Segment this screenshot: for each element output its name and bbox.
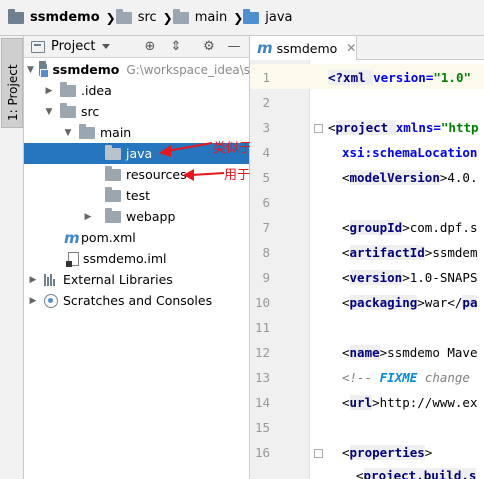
fold-marker-icon[interactable] xyxy=(314,124,323,133)
hide-icon[interactable]: — xyxy=(226,39,242,55)
close-icon[interactable]: ✕ xyxy=(346,41,356,55)
editor-pane: m ssmdemo ✕ 1 2 3 4 5 6 7 8 9 10 11 12 1… xyxy=(250,36,484,479)
code-line-14: <url>http://www.ex xyxy=(342,395,478,410)
fold-marker-icon[interactable] xyxy=(314,449,323,458)
code-line-13: <!-- FIXME change xyxy=(342,370,470,385)
breadcrumb-item-main[interactable]: main xyxy=(172,8,227,28)
tree-item-pom[interactable]: m pom.xml xyxy=(24,227,249,248)
locate-icon[interactable]: ⊕ xyxy=(142,39,158,55)
folder-icon xyxy=(115,8,132,24)
line-number: 1 xyxy=(262,70,270,85)
collapse-all-icon[interactable]: ⇕ xyxy=(168,39,184,55)
line-number: 6 xyxy=(262,195,270,210)
resources-folder-icon xyxy=(105,165,121,181)
line-number: 4 xyxy=(262,145,270,160)
line-number: 12 xyxy=(254,345,270,360)
project-panel: Project ⊕ ⇕ ⚙ — ▼ ssmdemo G:\workspace_i… xyxy=(24,36,250,479)
collapse-arrow-icon[interactable]: ▶ xyxy=(82,211,94,223)
module-icon xyxy=(38,60,49,78)
folder-icon xyxy=(60,81,76,97)
collapse-arrow-icon[interactable]: ▶ xyxy=(27,274,39,286)
line-number: 5 xyxy=(262,170,270,185)
dropdown-caret-icon[interactable] xyxy=(102,44,111,49)
code-line-5: <modelVersion>4.0. xyxy=(342,170,478,185)
folder-icon xyxy=(105,186,121,202)
annotation-arrow-resources xyxy=(183,169,225,181)
code-line-1: <?xml version="1.0" xyxy=(328,70,472,85)
code-line-12: <name>ssmdemo Mave xyxy=(342,345,478,360)
folder-icon xyxy=(105,207,121,223)
line-number: 7 xyxy=(262,220,270,235)
code-line-4: xsi:schemaLocation xyxy=(342,145,478,160)
tree-item-src[interactable]: ▼ src xyxy=(24,101,249,122)
panel-title[interactable]: Project xyxy=(51,39,95,54)
line-number: 13 xyxy=(254,370,270,385)
code-line-10: <packaging>war</pa xyxy=(342,295,478,310)
project-view-icon xyxy=(31,40,45,53)
breadcrumb: ssmdemo ❯ src ❯ main ❯ java xyxy=(0,0,484,36)
line-number: 9 xyxy=(262,270,270,285)
tree-item-scratches[interactable]: ▶ Scratches and Consoles xyxy=(24,290,249,311)
maven-file-icon: m xyxy=(64,228,80,247)
left-tool-strip: 1: Project xyxy=(0,36,24,479)
line-number: 11 xyxy=(254,320,270,335)
collapse-arrow-icon[interactable]: ▶ xyxy=(43,85,55,97)
library-icon xyxy=(44,273,58,286)
expand-arrow-icon[interactable]: ▼ xyxy=(27,64,34,76)
editor-tab-pom[interactable]: m ssmdemo ✕ xyxy=(250,36,357,60)
code-line-8: <artifactId>ssmdem xyxy=(342,245,478,260)
expand-arrow-icon[interactable]: ▼ xyxy=(62,127,74,139)
scratches-icon xyxy=(44,293,58,308)
breadcrumb-item-java[interactable]: java xyxy=(243,8,293,28)
line-number: 2 xyxy=(262,95,270,110)
iml-file-icon xyxy=(66,251,79,267)
chevron-right-icon: ❯ xyxy=(105,10,116,25)
tree-item-external-libraries[interactable]: ▶ External Libraries xyxy=(24,269,249,290)
breadcrumb-item-src[interactable]: src xyxy=(115,8,157,28)
tree-item-idea[interactable]: ▶ .idea xyxy=(24,80,249,101)
gear-icon[interactable]: ⚙ xyxy=(201,39,217,55)
tree-item-test[interactable]: test xyxy=(24,185,249,206)
line-number: 16 xyxy=(254,445,270,460)
code-line-16: <properties> xyxy=(342,445,433,460)
module-folder-icon xyxy=(8,8,24,24)
code-line-7: <groupId>com.dpf.s xyxy=(342,220,478,235)
folder-icon xyxy=(79,123,95,139)
breadcrumb-item-ssmdemo[interactable]: ssmdemo xyxy=(8,8,100,28)
code-line-17: <project.build.s xyxy=(356,468,477,479)
chevron-right-icon: ❯ xyxy=(162,10,173,25)
editor-tab-bar: m ssmdemo ✕ xyxy=(250,36,484,60)
tree-item-webapp[interactable]: ▶ webapp xyxy=(24,206,249,227)
folder-icon xyxy=(172,8,189,24)
tree-item-ssmdemo[interactable]: ▼ ssmdemo G:\workspace_idea\s xyxy=(24,59,249,80)
line-number: 10 xyxy=(254,295,270,310)
line-number: 3 xyxy=(262,120,270,135)
tree-item-iml[interactable]: ssmdemo.iml xyxy=(24,248,249,269)
line-number: 8 xyxy=(262,245,270,260)
expand-arrow-icon[interactable]: ▼ xyxy=(43,106,55,118)
folder-icon xyxy=(60,102,76,118)
code-line-9: <version>1.0-SNAPS xyxy=(342,270,478,285)
source-folder-icon xyxy=(105,144,121,160)
line-number: 14 xyxy=(254,395,270,410)
code-line-3: <project xmlns="http xyxy=(328,120,479,135)
line-number: 15 xyxy=(254,420,270,435)
maven-file-icon: m xyxy=(257,39,273,57)
project-panel-header: Project ⊕ ⇕ ⚙ — xyxy=(24,36,249,58)
chevron-right-icon: ❯ xyxy=(233,10,244,25)
collapse-arrow-icon[interactable]: ▶ xyxy=(27,295,39,307)
project-tool-tab[interactable]: 1: Project xyxy=(1,38,23,128)
source-folder-icon xyxy=(243,8,260,24)
